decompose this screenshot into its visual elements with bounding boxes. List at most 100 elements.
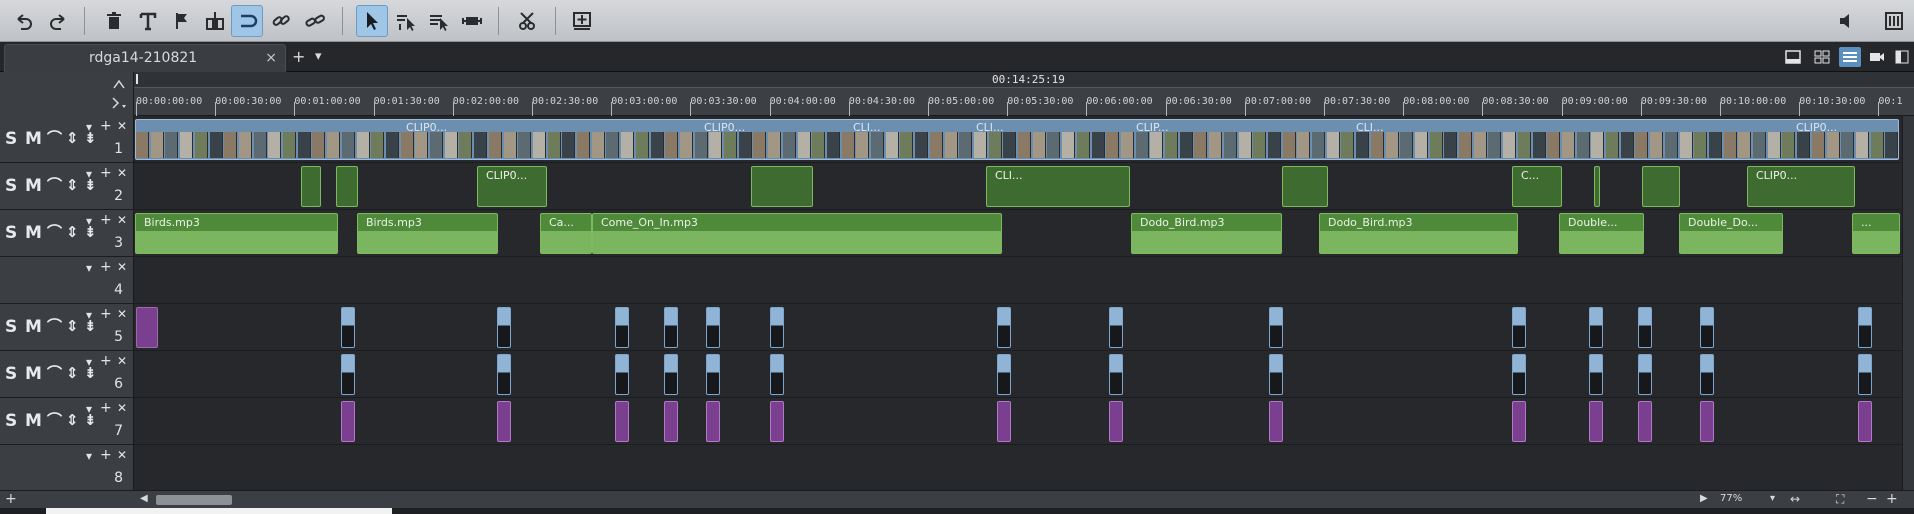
collapse-icon[interactable]: ▾ <box>86 168 92 180</box>
effect-clip[interactable] <box>301 166 321 207</box>
add-track-icon[interactable]: + <box>100 401 112 415</box>
add-track-icon[interactable]: + <box>100 213 112 227</box>
transition-marker[interactable] <box>1589 307 1603 348</box>
audio-clip[interactable]: Birds.mp3 <box>357 213 498 254</box>
transition-marker[interactable] <box>615 354 629 395</box>
timeline-ruler[interactable]: 00:14:25:19 00:00:00:00 00:00:30:00 00:01:… <box>134 72 1914 116</box>
horizontal-scrollbar[interactable]: + ◀ ▶ 77% ▾ ↔ ⛶ − + <box>0 490 1914 508</box>
effect-marker[interactable] <box>1109 401 1123 442</box>
pointer-icon[interactable] <box>356 5 388 37</box>
solo-button[interactable]: S <box>5 412 17 430</box>
split-icon[interactable] <box>199 5 231 37</box>
effect-marker[interactable] <box>615 401 629 442</box>
track-lane[interactable]: CLIP0... CLI... C... CLIP0... <box>134 163 1902 210</box>
track-height-icon[interactable]: ⇕ <box>66 411 79 429</box>
effect-clip[interactable]: CLIP0... <box>477 166 547 207</box>
effect-clip[interactable] <box>1594 166 1600 207</box>
lock-icon[interactable]: ⌒ <box>47 129 62 147</box>
effect-marker[interactable] <box>1589 401 1603 442</box>
track-header[interactable]: ▾ + ✕ 8 <box>0 445 134 492</box>
mute-button[interactable]: M <box>25 177 42 195</box>
delete-track-icon[interactable]: ✕ <box>117 449 127 461</box>
transition-marker[interactable] <box>1700 307 1714 348</box>
transition-marker[interactable] <box>770 354 784 395</box>
camera-view-icon[interactable] <box>1866 47 1888 67</box>
mixer-icon[interactable] <box>1878 5 1910 37</box>
add-track-icon[interactable]: + <box>5 491 17 507</box>
lock-icon[interactable]: ⌒ <box>47 411 62 429</box>
transition-marker[interactable] <box>1858 307 1872 348</box>
fullscreen-icon[interactable]: ⛶ <box>1836 492 1844 507</box>
insert-icon[interactable] <box>566 5 598 37</box>
add-track-icon[interactable]: + <box>100 260 112 274</box>
collapse-icon[interactable]: ▾ <box>86 450 92 462</box>
effect-marker[interactable] <box>1512 401 1526 442</box>
effect-marker[interactable] <box>664 401 678 442</box>
video-clip-strip[interactable]: CLIP0... CLIP0... CLI... CLI... CLIP... CLI..… <box>135 119 1899 160</box>
collapse-icon[interactable]: ▾ <box>86 403 92 415</box>
link-icon[interactable] <box>265 5 297 37</box>
audio-clip[interactable]: Come_On_In.mp3 <box>592 213 1002 254</box>
marker-icon[interactable] <box>166 5 198 37</box>
transition-marker[interactable] <box>1700 354 1714 395</box>
track-lane[interactable] <box>134 257 1902 304</box>
track-header[interactable]: S M ⌒ ⇕ ⇟ ▾ + ✕ 6 <box>0 351 134 398</box>
unlink-icon[interactable] <box>299 5 331 37</box>
effect-clip[interactable] <box>1642 166 1680 207</box>
transition-marker[interactable] <box>770 307 784 348</box>
effect-clip[interactable]: CLI... <box>986 166 1130 207</box>
track-header[interactable]: S M ⌒ ⇕ ⇟ ▾ + ✕ 1 <box>0 116 134 163</box>
delete-icon[interactable] <box>98 5 130 37</box>
lock-icon[interactable]: ⌒ <box>47 223 62 241</box>
effect-marker[interactable] <box>1638 401 1652 442</box>
transition-marker[interactable] <box>1109 354 1123 395</box>
track-height-icon[interactable]: ⇕ <box>66 317 79 335</box>
vertical-scrollbar[interactable] <box>1902 116 1914 490</box>
solo-button[interactable]: S <box>5 318 17 336</box>
collapse-icon[interactable]: ▾ <box>86 309 92 321</box>
mute-button[interactable]: M <box>25 412 42 430</box>
zoom-level[interactable]: 77% <box>1720 493 1742 504</box>
effect-marker[interactable] <box>1858 401 1872 442</box>
lock-icon[interactable]: ⌒ <box>47 364 62 382</box>
panel-toggle-icon[interactable] <box>1891 47 1913 67</box>
transition-marker[interactable] <box>341 307 355 348</box>
track-lane[interactable] <box>134 304 1902 351</box>
transition-marker[interactable] <box>706 307 720 348</box>
zoom-fit-icon[interactable]: ↔ <box>1790 492 1800 506</box>
scroll-thumb[interactable] <box>156 495 232 505</box>
zoom-out-icon[interactable]: − <box>1866 491 1878 507</box>
transition-marker[interactable] <box>1589 354 1603 395</box>
collapse-icon[interactable]: ▾ <box>86 215 92 227</box>
track-height-icon[interactable]: ⇕ <box>66 364 79 382</box>
effect-marker[interactable] <box>497 401 511 442</box>
scroll-right-icon[interactable]: ▶ <box>1700 493 1708 504</box>
zoom-in-icon[interactable]: + <box>1886 491 1898 507</box>
transition-marker[interactable] <box>1512 354 1526 395</box>
track-lane[interactable]: CLIP0... CLIP0... CLI... CLI... CLIP... CLI..… <box>134 116 1902 163</box>
delete-track-icon[interactable]: ✕ <box>117 308 127 320</box>
transition-marker[interactable] <box>1858 354 1872 395</box>
track-lane[interactable] <box>134 351 1902 398</box>
transition-marker[interactable] <box>664 354 678 395</box>
mute-button[interactable]: M <box>25 224 42 242</box>
add-tab-icon[interactable]: + <box>292 49 305 65</box>
pointer-select-icon[interactable] <box>390 5 422 37</box>
audio-clip[interactable]: Double... <box>1559 213 1644 254</box>
transition-marker[interactable] <box>1512 307 1526 348</box>
tab-project[interactable]: rdga14-210821 × <box>4 44 286 72</box>
effect-marker[interactable] <box>1700 401 1714 442</box>
text-icon[interactable] <box>132 5 164 37</box>
solo-button[interactable]: S <box>5 224 17 242</box>
effect-clip[interactable] <box>336 166 358 207</box>
track-header[interactable]: S M ⌒ ⇕ ⇟ ▾ + ✕ 7 <box>0 398 134 445</box>
delete-track-icon[interactable]: ✕ <box>117 402 127 414</box>
zoom-menu-icon[interactable]: ▾ <box>1770 493 1775 504</box>
track-header[interactable]: ▾ + ✕ 4 <box>0 257 134 304</box>
transition-marker[interactable] <box>1269 354 1283 395</box>
delete-track-icon[interactable]: ✕ <box>117 214 127 226</box>
transition-marker[interactable] <box>341 354 355 395</box>
cut-icon[interactable] <box>512 5 544 37</box>
audio-clip[interactable]: Birds.mp3 <box>135 213 338 254</box>
track-height-icon[interactable]: ⇕ <box>66 176 79 194</box>
